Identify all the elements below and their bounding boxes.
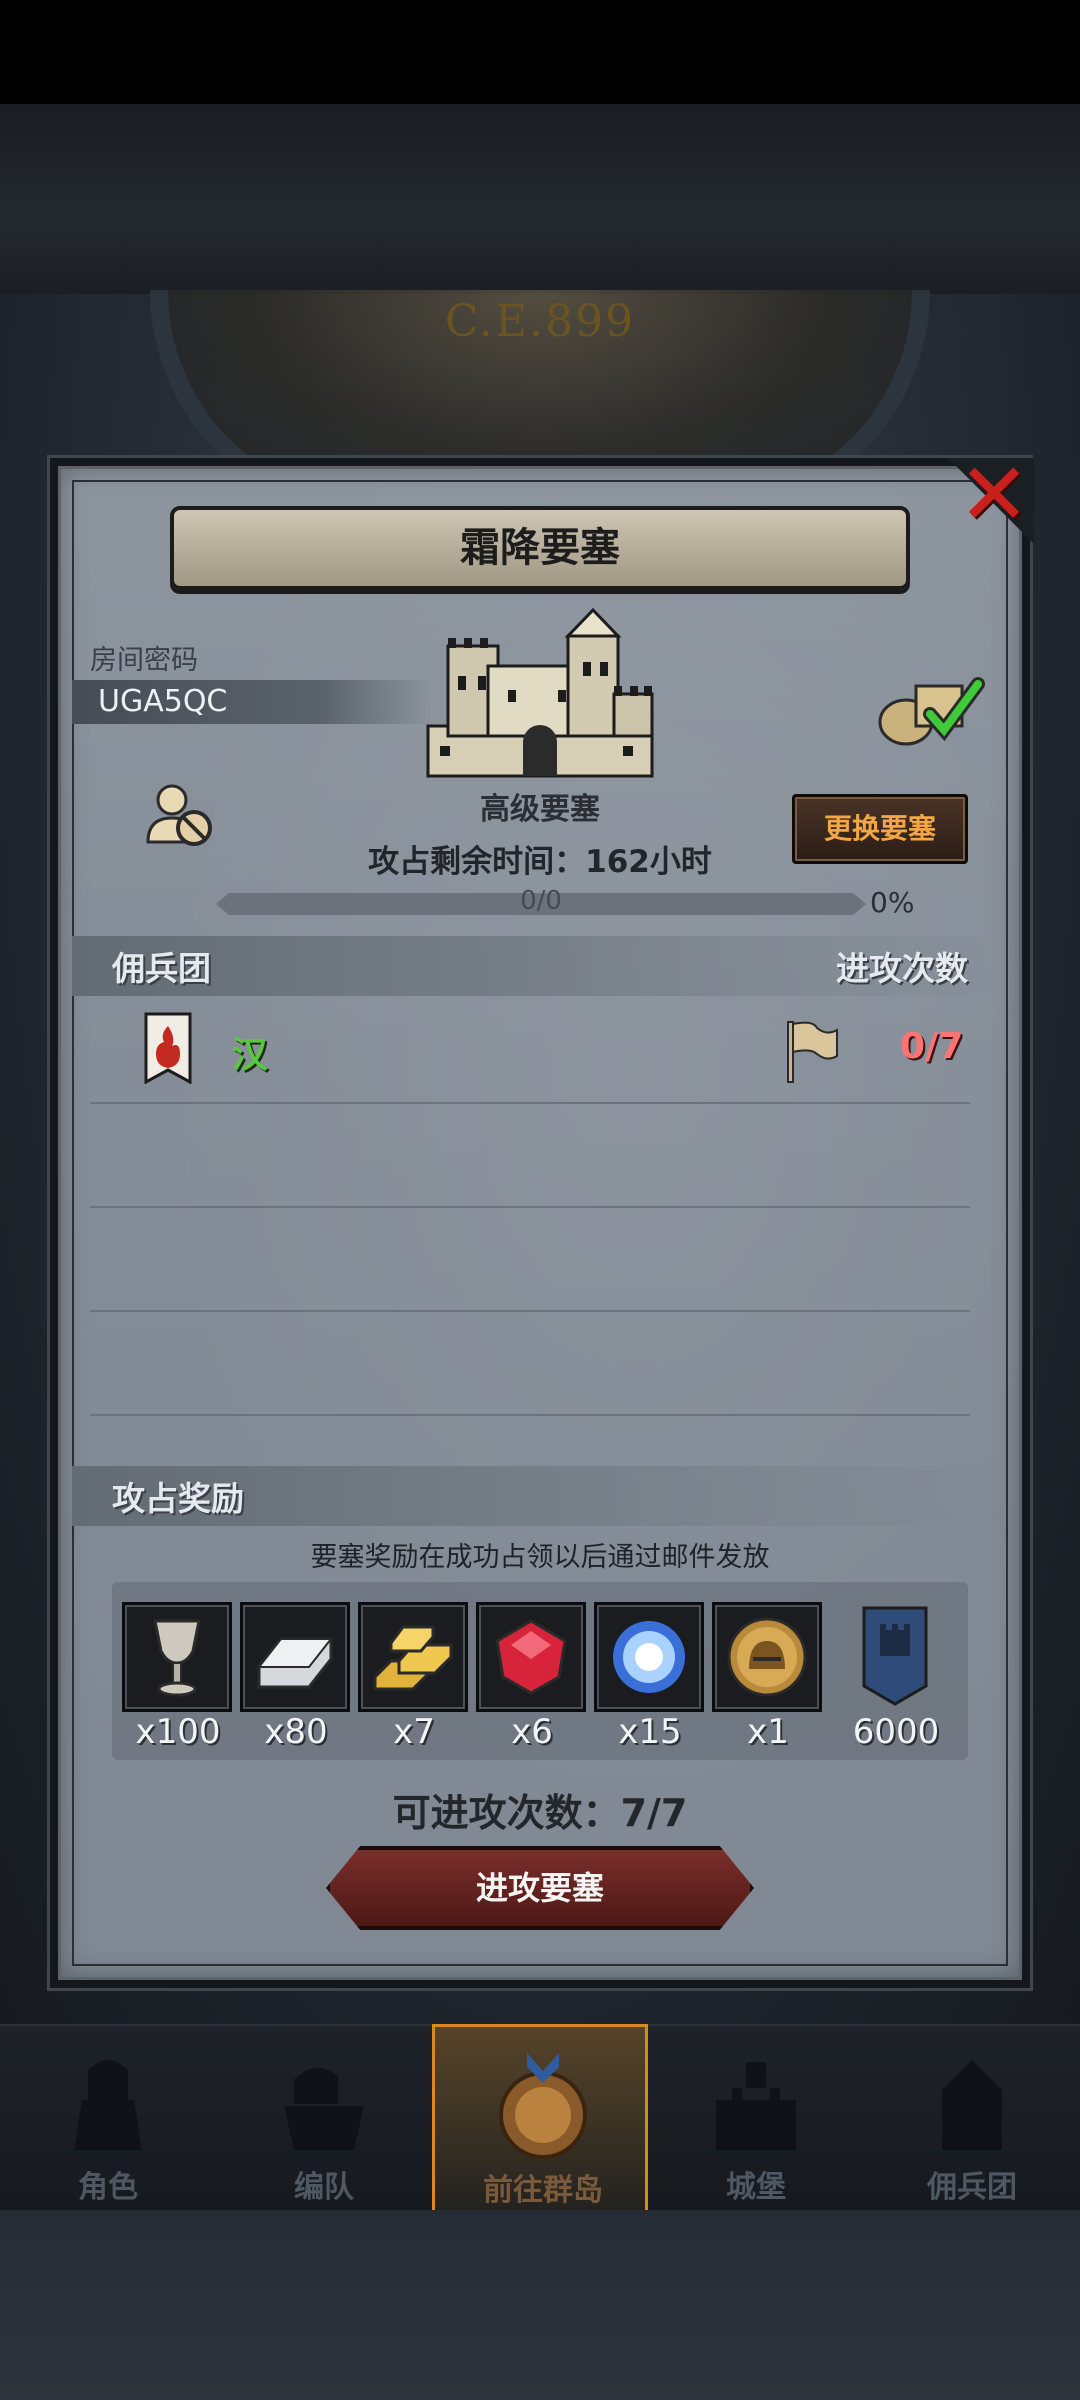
nav-label: 前往群岛	[483, 2173, 603, 2208]
rewards-note: 要塞奖励在成功占领以后通过邮件发放	[310, 1542, 770, 1573]
nav-item-formation[interactable]: 编队	[216, 2024, 432, 2210]
reward-qty: x1	[747, 1712, 789, 1752]
background-band	[0, 104, 1080, 294]
fortress-castle-icon	[426, 607, 654, 778]
castle-shield-icon[interactable]	[862, 1606, 928, 1706]
nav-label: 城堡	[726, 2170, 786, 2205]
iron-ingot-icon	[256, 1637, 334, 1689]
reward-slot-crystal[interactable]	[594, 1602, 704, 1712]
attack-fortress-button[interactable]: 进攻要塞	[326, 1846, 754, 1930]
room-password-label: 房间密码	[90, 645, 198, 676]
nav-item-castle[interactable]: 城堡	[648, 2024, 864, 2210]
reward-qty: x15	[618, 1712, 682, 1752]
reward-slot-ruby[interactable]	[476, 1602, 586, 1712]
remaining-attempts: 可进攻次数：7/7	[392, 1791, 688, 1835]
mercenary-icon	[942, 2060, 1002, 2150]
row-divider	[90, 1206, 970, 1208]
gold-bars-icon	[373, 1625, 453, 1691]
helmet-medal-icon	[727, 1617, 807, 1697]
nav-item-islands[interactable]: 前往群岛	[432, 2024, 648, 2210]
row-divider	[90, 1414, 970, 1416]
islands-compass-icon	[499, 2053, 587, 2159]
reward-qty: 6000	[852, 1712, 940, 1752]
castle-icon	[716, 2062, 796, 2150]
era-label: C.E.899	[444, 296, 636, 347]
nav-label: 编队	[294, 2170, 354, 2205]
reward-claimed-icon[interactable]	[876, 668, 996, 748]
silver-goblet-icon	[153, 1619, 201, 1697]
fortress-type: 高级要塞	[480, 792, 600, 827]
mercenary-attack-count: 0/7	[900, 1026, 964, 1067]
room-code[interactable]: UGA5QC	[98, 684, 227, 719]
knight-icon	[74, 2060, 142, 2150]
attack-count-header: 进攻次数	[836, 949, 968, 988]
user-blocked-icon[interactable]	[144, 782, 216, 848]
bottom-area	[0, 2210, 1080, 2400]
capture-progress-text: 0/0	[520, 886, 562, 916]
nav-label: 佣兵团	[927, 2170, 1017, 2205]
mercenary-section-title: 佣兵团	[112, 949, 211, 988]
reward-slot-goblet[interactable]	[122, 1602, 232, 1712]
blue-crystal-icon	[613, 1621, 685, 1693]
reward-slot-ingot[interactable]	[240, 1602, 350, 1712]
mercenary-name[interactable]: 汉	[232, 1026, 268, 1078]
capture-time-left: 攻占剩余时间：162小时	[368, 844, 712, 880]
dialog-title: 霜降要塞	[460, 525, 620, 571]
flag-icon	[787, 1021, 838, 1083]
status-bar	[0, 0, 1080, 104]
row-divider	[90, 1310, 970, 1312]
capture-progress-percent: 0%	[870, 886, 915, 919]
nav-label: 角色	[78, 2170, 138, 2205]
reward-slot-gold[interactable]	[358, 1602, 468, 1712]
reward-qty: x80	[264, 1712, 328, 1752]
rewards-section-title: 攻占奖励	[112, 1479, 244, 1518]
ruby-gem-icon	[495, 1619, 567, 1695]
change-fortress-button[interactable]: 更换要塞	[792, 794, 968, 864]
formation-icon	[284, 2067, 364, 2150]
close-x-icon[interactable]: ✕	[954, 452, 1034, 538]
nav-item-mercenary[interactable]: 佣兵团	[864, 2024, 1080, 2210]
red-flame-banner-icon	[144, 1012, 192, 1084]
nav-item-character[interactable]: 角色	[0, 2024, 216, 2210]
reward-slot-medal[interactable]	[712, 1602, 822, 1712]
reward-qty: x6	[511, 1712, 553, 1752]
reward-qty: x7	[393, 1712, 435, 1752]
reward-qty: x100	[135, 1712, 221, 1752]
row-divider	[90, 1102, 970, 1104]
